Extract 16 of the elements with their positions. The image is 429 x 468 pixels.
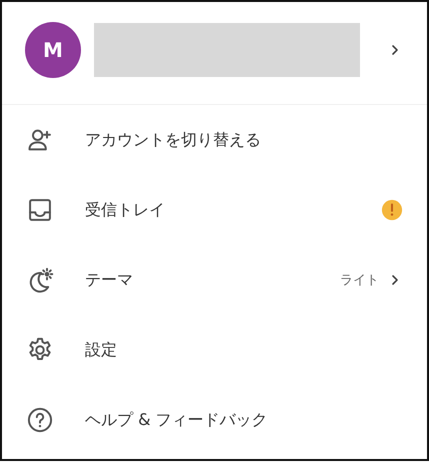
menu-item[interactable]: 設定	[2, 315, 427, 385]
theme-value: ライト	[340, 272, 379, 289]
menu-item[interactable]: テーマ ライト	[2, 245, 427, 315]
menu-item[interactable]: ヘルプ & フィードバック	[2, 385, 427, 455]
inbox-icon	[26, 196, 54, 224]
menu-item[interactable]: アカウントを切り替える	[2, 105, 427, 175]
menu-label: テーマ	[85, 270, 133, 290]
warning-badge-icon	[381, 199, 403, 221]
avatar: M	[25, 22, 81, 78]
help-icon	[26, 406, 54, 434]
menu-label: アカウントを切り替える	[85, 130, 261, 150]
menu-label: ヘルプ & フィードバック	[85, 410, 268, 430]
account-header[interactable]: M	[2, 2, 427, 98]
menu-item[interactable]: 受信トレイ	[2, 175, 427, 245]
menu-label: 設定	[85, 340, 117, 360]
menu-label: 受信トレイ	[85, 200, 165, 220]
